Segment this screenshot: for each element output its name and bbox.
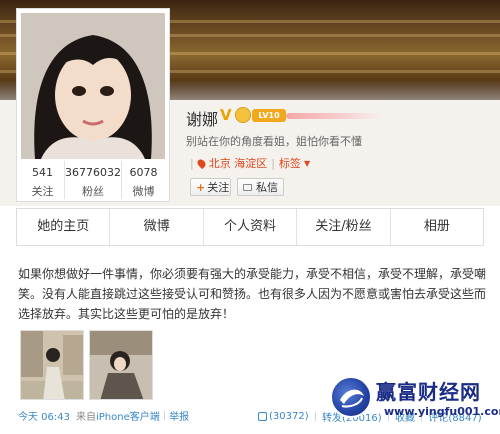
message-button-label: 私信 (256, 181, 278, 194)
stat-posts-count: 6078 (129, 166, 158, 179)
chevron-down-icon[interactable]: ▼ (304, 159, 310, 168)
watermark-logo-icon (330, 376, 372, 418)
tab-album[interactable]: 相册 (391, 209, 483, 245)
tab-weibo[interactable]: 微博 (110, 209, 204, 245)
profile-location[interactable]: 北京 海淀区 (209, 155, 268, 171)
stat-following-label: 关注 (31, 185, 54, 198)
message-button[interactable]: 私信 (237, 178, 284, 196)
stat-fans-count: 36776032 (65, 166, 121, 179)
like-count[interactable]: (30372) (269, 411, 309, 422)
tab-home[interactable]: 她的主页 (17, 209, 111, 245)
level-badge[interactable]: LV10 (252, 109, 286, 122)
avatar-card: 541 关注 36776032 粉丝 6078 微博 (16, 8, 170, 202)
footer-divider: | (162, 410, 167, 421)
location-pin-icon (195, 157, 207, 169)
level-progress-bar (286, 113, 382, 119)
tags-link[interactable]: 标签 (279, 155, 301, 171)
meta-divider: | (190, 156, 194, 170)
tab-following-fans[interactable]: 关注/粉丝 (297, 209, 391, 245)
report-link[interactable]: 举报 (169, 408, 189, 423)
profile-stats: 541 关注 36776032 粉丝 6078 微博 (21, 161, 165, 199)
tab-profile-info[interactable]: 个人资料 (204, 209, 298, 245)
post-time[interactable]: 今天 06:43 (18, 408, 70, 423)
post-image[interactable] (89, 330, 153, 400)
emoji-badge-icon[interactable] (235, 107, 251, 123)
profile-name: 谢娜 (186, 110, 219, 129)
profile-meta: | 北京 海淀区 | 标签 ▼ (186, 155, 310, 171)
post-source-prefix: 来自 (76, 412, 96, 423)
profile-tabs: 她的主页 微博 个人资料 关注/粉丝 相册 (16, 208, 484, 246)
envelope-icon (243, 183, 252, 191)
follow-button-label: 关注 (207, 181, 230, 194)
stat-following-count: 541 (32, 166, 53, 179)
post-image[interactable] (20, 330, 84, 400)
actions-divider: | (313, 411, 317, 422)
stat-posts[interactable]: 6078 微博 (122, 161, 165, 199)
post-client-link[interactable]: iPhone客户端 (96, 408, 160, 423)
watermark-url: www.yingfu001.com (384, 405, 500, 418)
stat-posts-label: 微博 (132, 185, 155, 198)
stat-fans[interactable]: 36776032 粉丝 (65, 161, 122, 199)
follow-button[interactable]: + 关注 (190, 178, 231, 196)
like-icon[interactable] (258, 412, 267, 421)
plus-icon: + (196, 180, 206, 194)
post-text: 如果你想做好一件事情，你必须要有强大的承受能力，承受不相信，承受不理解，承受嘲笑… (18, 267, 487, 321)
stat-following[interactable]: 541 关注 (21, 161, 65, 199)
meta-divider: | (271, 156, 275, 170)
verified-icon[interactable]: V (220, 106, 232, 124)
profile-bio: 别站在你的角度看姐，姐怕你看不懂 (186, 135, 362, 148)
watermark-title: 赢富财经网 (376, 380, 481, 404)
watermark: 赢富财经网 www.yingfu001.com (330, 370, 500, 434)
avatar[interactable] (21, 13, 165, 159)
stat-fans-label: 粉丝 (82, 185, 104, 198)
